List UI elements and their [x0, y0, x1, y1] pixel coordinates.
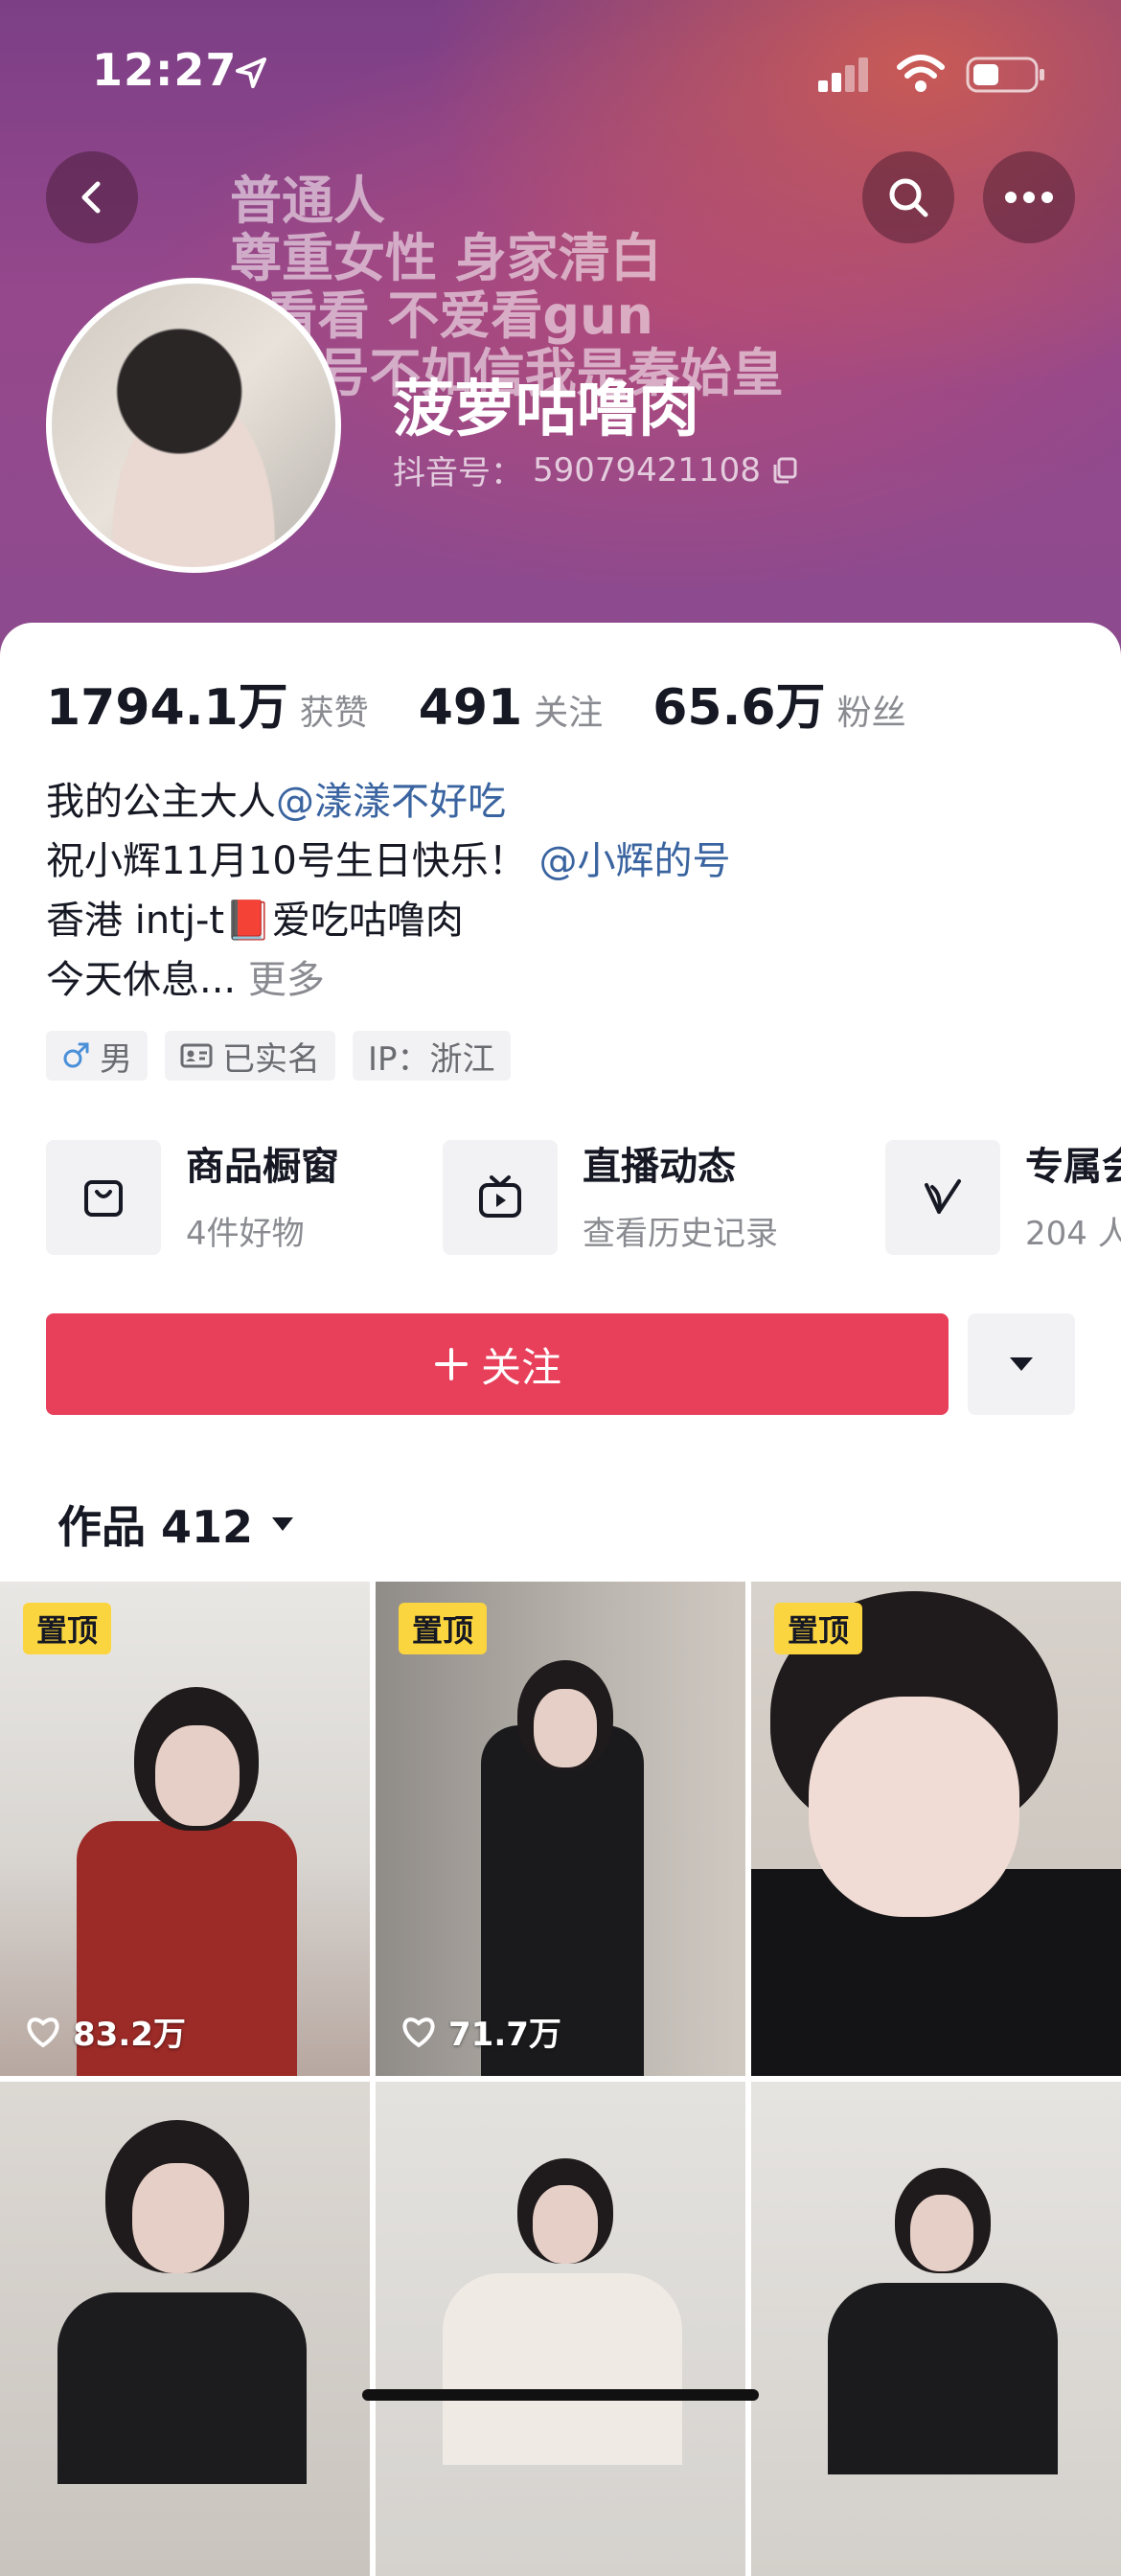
- tab-works[interactable]: 作品 412: [57, 1493, 295, 1556]
- location-arrow-icon: [236, 57, 266, 88]
- mention-link[interactable]: @漾漾不好吃: [276, 780, 506, 824]
- heart-icon: [402, 2017, 435, 2047]
- profile-nickname: 菠萝咕噜肉: [393, 375, 699, 445]
- bio-more-link[interactable]: 更多: [248, 958, 325, 1002]
- search-icon: [889, 178, 928, 217]
- v-badge-icon: [925, 1179, 961, 1214]
- wifi-icon: [897, 55, 945, 92]
- pinned-badge: 置顶: [774, 1603, 863, 1654]
- profile-bio: 我的公主大人@漾漾不好吃 祝小辉11月10号生日快乐！ @小辉的号 香港 int…: [46, 772, 731, 1010]
- like-count: 83.2万: [25, 2008, 186, 2055]
- live-tv-icon: [479, 1175, 521, 1218]
- battery-icon: [966, 57, 1044, 93]
- feature-shop-window[interactable]: 商品橱窗 4件好物: [46, 1140, 339, 1255]
- follow-button[interactable]: 关注: [46, 1313, 949, 1415]
- stat-followers[interactable]: 65.6万 粉丝: [652, 667, 905, 739]
- search-button[interactable]: [862, 151, 954, 243]
- feature-row: 商品橱窗 4件好物 直播动态 查看历史记录 专属会 204 人: [46, 1140, 1121, 1255]
- video-grid: 置顶 83.2万 置顶 71.7万 置顶: [0, 1582, 1121, 2576]
- home-indicator: [362, 2389, 759, 2401]
- video-thumbnail[interactable]: 置顶: [751, 1582, 1121, 2076]
- douyin-id-label: 抖音号：: [393, 454, 523, 492]
- stat-likes[interactable]: 1794.1万 获赞: [46, 667, 369, 739]
- id-card-icon: [180, 1043, 213, 1068]
- follow-more-dropdown-button[interactable]: [968, 1313, 1075, 1415]
- back-button[interactable]: [46, 151, 138, 243]
- pinned-badge: 置顶: [23, 1603, 112, 1654]
- ip-location-tag: IP：浙江: [353, 1031, 511, 1081]
- pinned-badge: 置顶: [399, 1603, 488, 1654]
- video-thumbnail[interactable]: [376, 2082, 745, 2576]
- mention-link[interactable]: @小辉的号: [539, 839, 731, 883]
- status-time: 12:27: [92, 44, 238, 96]
- video-thumbnail[interactable]: [0, 2082, 370, 2576]
- bio-line-1: 我的公主大人@漾漾不好吃: [46, 780, 506, 824]
- gender-tag: 男: [46, 1031, 148, 1081]
- status-bar: 12:27: [0, 0, 1121, 144]
- douyin-id-value: 59079421108: [533, 450, 761, 490]
- feature-live-history[interactable]: 直播动态 查看历史记录: [443, 1140, 778, 1255]
- caret-down-icon: [272, 1517, 294, 1531]
- bio-line-2: 祝小辉11月10号生日快乐！ @小辉的号: [46, 839, 731, 883]
- profile-stats: 1794.1万 获赞 491 关注 65.6万 粉丝: [46, 667, 956, 739]
- profile-tags: 男 已实名 IP：浙江: [46, 1031, 511, 1081]
- copy-icon[interactable]: [770, 456, 799, 485]
- chevron-left-icon: [81, 181, 101, 214]
- verified-tag: 已实名: [165, 1031, 335, 1081]
- book-emoji: 📕: [224, 899, 272, 943]
- plus-icon: [434, 1348, 468, 1380]
- video-thumbnail[interactable]: 置顶 83.2万: [0, 1582, 370, 2076]
- heart-icon: [27, 2017, 59, 2047]
- shopping-bag-icon: [84, 1180, 123, 1217]
- cellular-signal-icon: [818, 57, 868, 92]
- caret-down-icon: [1010, 1357, 1033, 1371]
- ellipsis-icon: [1005, 192, 1053, 203]
- video-thumbnail[interactable]: 置顶 71.7万: [376, 1582, 745, 2076]
- avatar[interactable]: [46, 278, 341, 573]
- feature-exclusive-membership[interactable]: 专属会 204 人: [885, 1140, 1121, 1255]
- video-thumbnail[interactable]: [751, 2082, 1121, 2576]
- bio-line-4: 今天休息... 更多: [46, 958, 325, 1002]
- like-count: 71.7万: [400, 2008, 561, 2055]
- male-icon: [63, 1042, 89, 1068]
- more-options-button[interactable]: [983, 151, 1075, 243]
- bio-line-3: 香港 intj-t📕爱吃咕噜肉: [46, 899, 464, 943]
- douyin-id-row[interactable]: 抖音号： 59079421108: [393, 446, 799, 493]
- stat-following[interactable]: 491 关注: [419, 679, 604, 737]
